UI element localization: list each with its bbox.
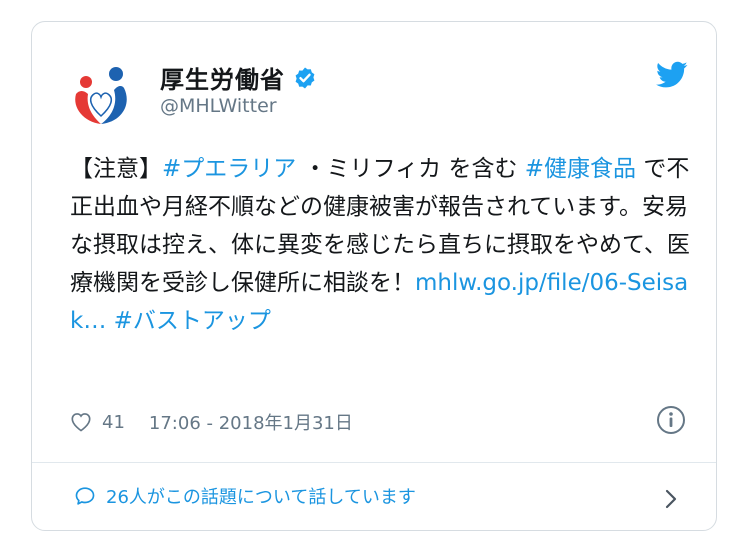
twitter-bird-icon[interactable] bbox=[656, 61, 688, 89]
hashtag-link[interactable]: #プエラリア bbox=[162, 156, 296, 182]
speech-bubble-icon bbox=[75, 487, 95, 505]
chevron-right-icon[interactable] bbox=[664, 488, 678, 510]
account-handle[interactable]: @MHLWitter bbox=[160, 95, 277, 117]
conversation-link[interactable]: 26人がこの話題について話しています bbox=[74, 483, 416, 509]
account-name-row[interactable]: 厚生労働省 bbox=[160, 60, 317, 95]
heart-icon[interactable] bbox=[70, 411, 92, 433]
like-count: 41 bbox=[102, 411, 125, 433]
tweet-text-part: ・ミリフィカ を含む bbox=[296, 156, 525, 182]
timestamp-link[interactable]: 17:06 - 2018年1月31日 bbox=[149, 409, 353, 435]
conversation-count-label: 26人がこの話題について話しています bbox=[106, 487, 416, 508]
divider bbox=[32, 462, 716, 463]
mhlw-logo-icon bbox=[67, 61, 135, 129]
avatar[interactable] bbox=[66, 60, 136, 130]
verified-badge-icon bbox=[295, 67, 315, 88]
tweet-text-part: 【注意】 bbox=[70, 156, 162, 182]
hashtag-link[interactable]: #バストアップ bbox=[114, 308, 271, 334]
tweet-text: 【注意】#プエラリア ・ミリフィカ を含む #健康食品 で不正出血や月経不順など… bbox=[70, 150, 690, 340]
info-icon[interactable] bbox=[656, 405, 686, 435]
hashtag-link[interactable]: #健康食品 bbox=[525, 156, 636, 182]
tweet-meta: 41 17:06 - 2018年1月31日 bbox=[70, 408, 353, 436]
tweet-text-part bbox=[106, 308, 113, 334]
account-name[interactable]: 厚生労働省 bbox=[160, 60, 285, 95]
tweet-card: 厚生労働省 @MHLWitter 【注意】#プエラリア ・ミリフィカ を含む #… bbox=[31, 21, 717, 531]
